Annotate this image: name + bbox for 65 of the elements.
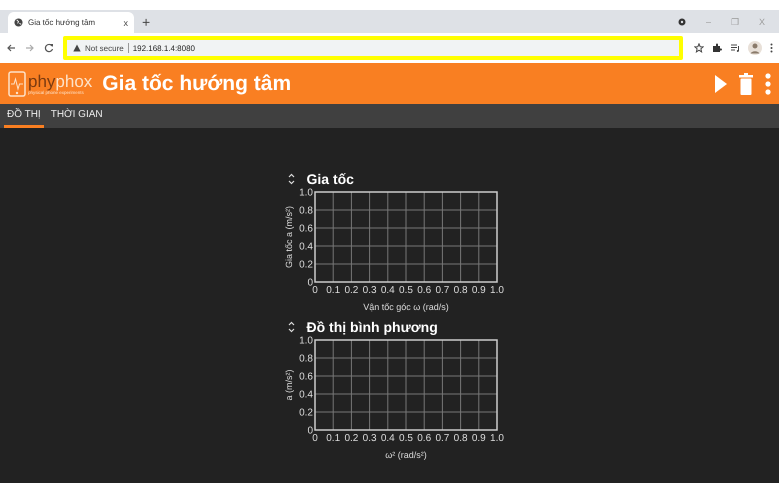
star-icon[interactable] (694, 43, 704, 53)
tick-label: 0.8 (453, 285, 468, 296)
back-icon[interactable] (6, 43, 16, 53)
tick-label: 0 (306, 426, 312, 436)
playlist-icon[interactable] (730, 43, 740, 53)
tab-title: Gia tốc hướng tâm (28, 18, 96, 27)
tick-label: 0.2 (344, 433, 358, 444)
location-icon[interactable] (678, 18, 686, 26)
tick-label: 1.0 (298, 336, 312, 346)
kebab-menu-icon[interactable] (770, 43, 773, 53)
tick-label: 0.3 (362, 433, 376, 444)
tick-label: 0.8 (298, 206, 312, 216)
graph-title: Đồ thị bình phương (306, 319, 438, 335)
axis-label: ω² (rad/s²) (384, 450, 426, 460)
axis-label: a (m/s²) (284, 370, 294, 400)
security-label: Not secure (85, 44, 124, 52)
tick-label: 0 (312, 433, 318, 444)
address-bar[interactable]: Not secure 192.168.1.4:8080 (63, 36, 683, 60)
tick-label: 1.0 (298, 188, 312, 198)
expand-collapse-icon[interactable] (288, 173, 294, 185)
tick-label: 0.6 (298, 224, 312, 234)
logo-wordmark: phy (28, 72, 56, 90)
tick-label: 0.8 (453, 433, 468, 444)
tick-label: 0.7 (434, 433, 449, 444)
view-tab[interactable]: THỜI GIAN (48, 104, 106, 128)
tick-label: 0.9 (471, 285, 486, 296)
reload-icon[interactable] (44, 43, 54, 53)
expand-collapse-icon[interactable] (288, 321, 294, 333)
tick-label: 0 (312, 285, 318, 296)
tick-label: 0.4 (380, 285, 394, 296)
phone-logo-icon (8, 70, 26, 96)
url-text: 192.168.1.4:8080 (132, 44, 195, 52)
axis-label: Gia tốc a (m/s²) (284, 206, 294, 268)
tick-label: 0.5 (398, 285, 412, 296)
tick-label: 0.4 (380, 433, 394, 444)
graph-title: Gia tốc (306, 171, 354, 187)
tick-label: 0.6 (298, 372, 312, 382)
tick-label: 0.8 (298, 354, 312, 364)
tick-label: 0.2 (344, 285, 358, 296)
tick-label: 0.6 (416, 285, 431, 296)
experiment-title: Gia tốc hướng tâm (102, 72, 292, 96)
tick-label: 0.1 (326, 285, 340, 296)
logo-wordmark: phox (55, 72, 92, 90)
puzzle-icon[interactable] (712, 43, 722, 53)
trash-icon[interactable] (739, 72, 753, 94)
axis-label: Vận tốc góc ω (rad/s) (362, 302, 448, 312)
tick-label: 0.4 (298, 390, 312, 400)
play-icon[interactable] (715, 74, 727, 92)
tick-label: 1.0 (490, 433, 504, 444)
tick-label: 0.2 (298, 260, 312, 270)
tick-label: 0 (306, 278, 312, 288)
tick-label: 0.4 (298, 242, 312, 252)
tick-label: 0.3 (362, 285, 376, 296)
warning-icon (73, 44, 81, 52)
tick-label: 0.5 (398, 433, 412, 444)
tick-label: 0.1 (326, 433, 340, 444)
tick-label: 0.6 (416, 433, 431, 444)
avatar-icon[interactable] (748, 41, 762, 55)
tick-label: 1.0 (490, 285, 504, 296)
tick-label: 0.2 (298, 408, 312, 418)
tick-label: 0.7 (434, 285, 449, 296)
browser-tab[interactable]: Gia tốc hướng tâm x (8, 12, 134, 33)
new-tab-button[interactable]: + (142, 14, 150, 30)
tick-label: 0.9 (471, 433, 486, 444)
close-button[interactable]: x (124, 18, 128, 28)
